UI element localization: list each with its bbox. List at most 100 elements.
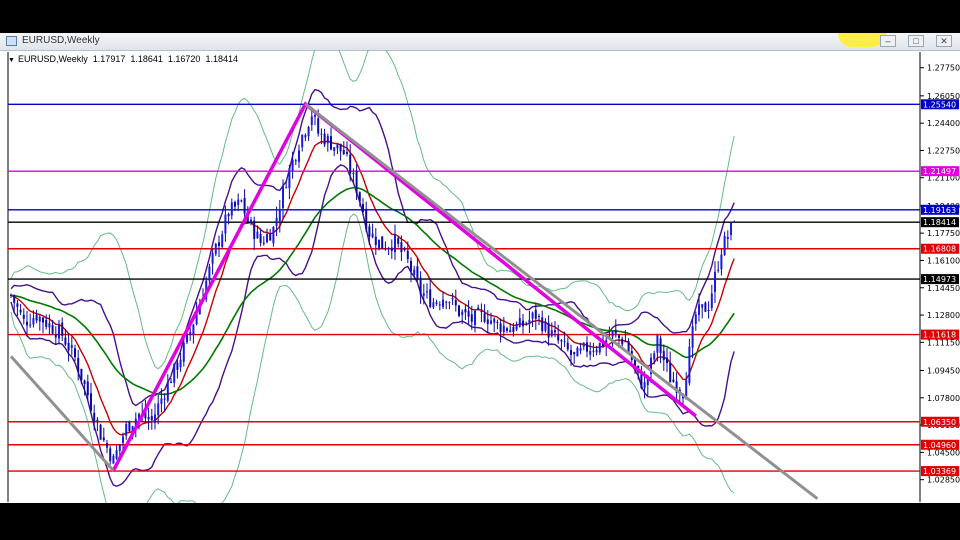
candle-body <box>323 133 326 145</box>
candle-body <box>240 200 243 202</box>
candle-body <box>448 302 451 304</box>
candle-body <box>182 342 185 362</box>
candle-body <box>83 380 86 384</box>
candle-body <box>243 197 246 214</box>
minimize-icon[interactable]: – <box>880 35 896 47</box>
candle-body <box>208 266 211 281</box>
price-chart[interactable]: 1.277501.260501.244001.227501.211001.194… <box>0 50 960 503</box>
candle-body <box>582 343 585 347</box>
candle-body <box>515 324 518 330</box>
price-level-label: 1.21497 <box>923 167 956 176</box>
candle-body <box>291 159 294 171</box>
candle-body <box>598 342 601 353</box>
dropdown-arrow-icon[interactable]: ▼ <box>8 57 15 64</box>
candle-body <box>275 217 278 226</box>
y-tick-label: 1.02850 <box>927 476 960 485</box>
candle-body <box>592 350 595 352</box>
candle-body <box>272 227 275 244</box>
candle-body <box>61 322 64 336</box>
window-title: EURUSD,Weekly <box>22 35 100 46</box>
candle-body <box>42 317 44 323</box>
candle-body <box>403 249 406 251</box>
candle-body <box>733 221 736 223</box>
candle-body <box>390 247 393 251</box>
candle-body <box>611 331 614 337</box>
candle-body <box>381 236 384 249</box>
candle-body <box>458 305 460 316</box>
candle-body <box>355 170 358 194</box>
candle-body <box>397 238 400 244</box>
candle-body <box>464 309 467 313</box>
candle-body <box>656 335 659 353</box>
candle-body <box>480 311 483 313</box>
candle-body <box>730 222 732 235</box>
candle-body <box>294 160 297 162</box>
candle-body <box>493 318 496 323</box>
candle-body <box>22 314 25 319</box>
candle-body <box>547 322 550 338</box>
candle-body <box>317 118 320 134</box>
window-titlebar[interactable]: EURUSD,Weekly – □ ✕ <box>0 33 960 51</box>
candle-body <box>112 455 115 464</box>
candle-body <box>518 317 521 327</box>
candle-body <box>563 341 566 343</box>
candle-body <box>93 412 96 423</box>
candle-body <box>566 342 569 350</box>
candle-body <box>586 342 588 352</box>
candle-body <box>330 136 332 150</box>
candle-body <box>438 304 441 306</box>
candle-body <box>659 338 662 354</box>
candle-body <box>301 135 304 148</box>
candle-body <box>74 348 76 358</box>
candle-body <box>298 150 300 162</box>
candle-body <box>253 220 256 239</box>
candle-body <box>230 202 233 216</box>
candle-body <box>282 186 284 209</box>
high-price: 1.18641 <box>130 54 163 64</box>
candle-body <box>224 214 227 234</box>
candle-body <box>109 448 112 462</box>
candle-body <box>694 314 697 324</box>
close-icon[interactable]: ✕ <box>936 35 952 47</box>
candle-body <box>406 250 409 260</box>
y-tick-label: 1.12800 <box>927 311 960 320</box>
candle-body <box>416 266 419 280</box>
candle-body <box>394 234 396 253</box>
chart-area[interactable]: 1.277501.260501.244001.227501.211001.194… <box>0 50 960 503</box>
candle-body <box>627 341 630 352</box>
y-tick-label: 1.09450 <box>927 366 960 375</box>
candle-body <box>349 154 352 174</box>
candle-body <box>115 450 118 459</box>
candle-body <box>19 309 22 313</box>
candle-body <box>67 342 70 351</box>
candle-body <box>560 340 563 342</box>
candle-body <box>432 302 435 308</box>
candle-body <box>368 226 371 237</box>
candle-body <box>234 201 236 207</box>
candle-body <box>80 368 83 381</box>
candle-body <box>237 199 240 205</box>
y-tick-label: 1.14450 <box>927 284 960 293</box>
candle-body <box>422 293 425 296</box>
candle-body <box>250 219 252 223</box>
candle-body <box>483 313 486 322</box>
open-price: 1.17917 <box>92 54 126 64</box>
candle-body <box>426 291 428 293</box>
candle-body <box>320 133 323 135</box>
candle-body <box>589 350 592 355</box>
chart-window-icon <box>6 36 17 46</box>
candle-body <box>365 208 368 230</box>
price-level-label: 1.04960 <box>923 441 956 450</box>
candle-body <box>461 311 464 315</box>
candle-body <box>122 436 124 443</box>
candle-body <box>502 325 505 332</box>
candle-body <box>45 319 48 327</box>
candle-body <box>387 247 390 250</box>
candle-body <box>474 310 476 326</box>
candle-body <box>160 398 163 404</box>
candle-body <box>374 236 377 246</box>
candle-body <box>58 324 60 339</box>
restore-icon[interactable]: □ <box>908 35 924 47</box>
candle-body <box>435 302 438 304</box>
candle-body <box>576 347 579 357</box>
